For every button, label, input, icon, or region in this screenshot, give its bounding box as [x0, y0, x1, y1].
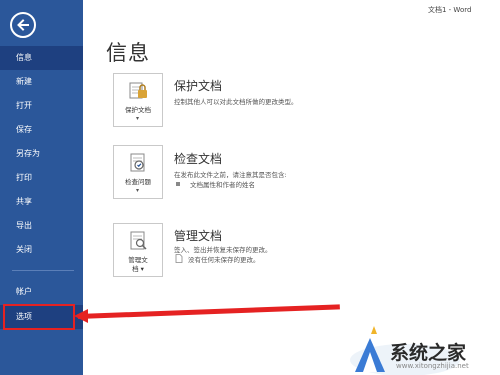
manage-document-description: 签入、签出并恢复未保存的更改。 [174, 246, 272, 254]
inspect-document-description: 在发布此文件之前，请注意其是否包含: [174, 171, 287, 179]
chevron-down-icon: ▾ [136, 187, 140, 194]
watermark-url: www.xitongzhijia.net [396, 362, 469, 370]
bullet-icon [176, 182, 180, 186]
check-issues-label: 检查问题 [125, 178, 151, 186]
nav-item-open[interactable]: 打开 [0, 94, 83, 118]
manage-document-label-line2: 档 ▾ [132, 265, 144, 273]
inspect-document-title: 检查文档 [174, 152, 223, 166]
nav-item-save-as[interactable]: 另存为 [0, 142, 83, 166]
check-issues-button[interactable]: 检查问题 ▾ [113, 145, 163, 199]
nav-item-info[interactable]: 信息 [0, 46, 83, 70]
nav-item-export[interactable]: 导出 [0, 214, 83, 238]
annotation-arrow-shaft [77, 304, 340, 319]
nav-item-new[interactable]: 新建 [0, 70, 83, 94]
protect-document-button[interactable]: 保护文档 ▾ [113, 73, 163, 127]
nav-item-share[interactable]: 共享 [0, 190, 83, 214]
manage-document-title: 管理文档 [174, 229, 223, 243]
highlight-box [3, 304, 75, 330]
nav-item-print[interactable]: 打印 [0, 166, 83, 190]
protect-document-description: 控制其他人可以对此文档所做的更改类型。 [174, 98, 298, 106]
nav-item-save[interactable]: 保存 [0, 118, 83, 142]
annotation-arrow-head [74, 309, 88, 323]
back-arrow-icon [17, 19, 29, 31]
nav-separator [12, 270, 74, 271]
manage-document-button[interactable]: 管理文 档 ▾ [113, 223, 163, 277]
manage-document-icon [130, 231, 147, 250]
page-title: 信息 [106, 41, 150, 65]
inspect-bullet-item: 文档属性和作者的姓名 [190, 181, 255, 189]
nav-item-close[interactable]: 关闭 [0, 238, 83, 262]
document-icon [175, 254, 183, 263]
manage-document-status: 没有任何未保存的更改。 [188, 256, 260, 264]
inspect-document-icon [130, 153, 145, 172]
nav-item-account[interactable]: 帐户 [0, 280, 83, 304]
protect-document-label: 保护文档 [125, 106, 151, 114]
lock-key-icon [129, 82, 147, 99]
chevron-down-icon: ▾ [136, 115, 140, 122]
back-button[interactable] [10, 12, 36, 38]
watermark-text: 系统之家 [390, 342, 467, 364]
window-title: 文档1 - Word [428, 6, 472, 14]
protect-document-title: 保护文档 [174, 79, 223, 93]
